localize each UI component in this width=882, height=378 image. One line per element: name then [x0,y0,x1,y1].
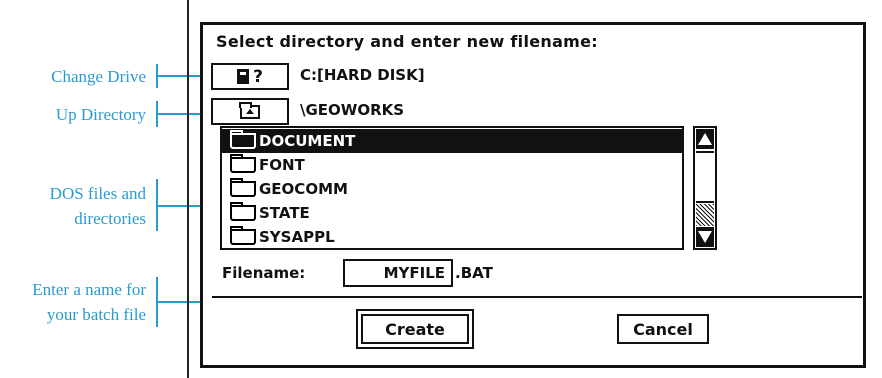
list-item[interactable]: STATE [222,201,682,225]
dialog-prompt: Select directory and enter new filename: [216,32,599,51]
filename-input[interactable]: MYFILE [343,259,453,287]
cancel-button[interactable]: Cancel [617,314,709,344]
change-drive-button-label: ? [253,66,263,87]
list-item[interactable]: FONT [222,153,682,177]
callout-enter-name-1: Enter a name for [32,280,146,299]
arrow-down-icon [698,231,712,243]
list-item-label: STATE [259,204,310,222]
callout-dos-files-1: DOS files and [49,184,146,203]
callout-change-drive: Change Drive [51,67,146,86]
list-item-label: DOCUMENT [259,132,356,150]
scroll-up-button[interactable] [696,129,714,149]
arrow-up-icon [698,133,712,145]
list-item[interactable]: SYSAPPL [222,225,682,249]
current-drive: C:[HARD DISK] [300,66,425,84]
callout-dos-files-2: directories [74,209,146,228]
list-item-label: FONT [259,156,305,174]
scroll-track[interactable] [696,204,714,226]
up-directory-button[interactable] [211,98,289,125]
callout-up-directory: Up Directory [55,105,146,124]
list-item[interactable]: DOCUMENT [222,129,682,153]
folder-icon [230,130,256,149]
filename-extension: .BAT [455,264,493,282]
folder-icon [230,202,256,221]
folder-icon [230,154,256,173]
up-folder-icon [239,101,260,119]
dialog-divider [212,296,862,298]
scroll-down-button[interactable] [696,227,714,247]
file-list[interactable]: DOCUMENT FONT GEOCOMM STATE SYSAPPL [220,126,684,250]
folder-icon [230,178,256,197]
list-item-label: SYSAPPL [259,228,335,246]
callout-enter-name-2: your batch file [46,305,146,324]
scroll-thumb[interactable] [696,151,714,203]
create-button[interactable]: Create [361,314,469,344]
disk-drive-icon [237,69,250,84]
change-drive-button[interactable]: ? [211,63,289,90]
current-directory: \GEOWORKS [300,101,405,119]
file-list-scrollbar[interactable] [693,126,717,250]
folder-icon [230,226,256,245]
filename-label: Filename: [222,264,306,282]
list-item-label: GEOCOMM [259,180,348,198]
list-item[interactable]: GEOCOMM [222,177,682,201]
